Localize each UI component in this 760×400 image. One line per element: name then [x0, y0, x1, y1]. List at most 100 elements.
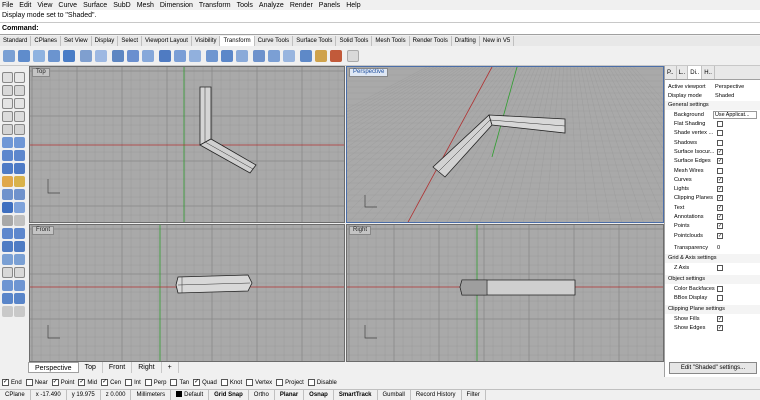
group-icon[interactable]: [2, 293, 13, 304]
block-icon[interactable]: [14, 293, 25, 304]
rotate-3d-icon[interactable]: [48, 50, 60, 62]
show-fills-checkbox[interactable]: ✓: [717, 316, 723, 322]
osnap-disable[interactable]: Disable: [307, 379, 337, 386]
set-points-icon[interactable]: [330, 50, 342, 62]
display-option-checkbox[interactable]: [717, 121, 723, 127]
panel-tab-properties[interactable]: P..: [665, 66, 677, 79]
curve-icon[interactable]: [14, 85, 25, 96]
tab-curve-tools[interactable]: Curve Tools: [255, 36, 294, 46]
mirror-icon[interactable]: [112, 50, 124, 62]
osnap-int[interactable]: Int: [125, 379, 141, 386]
osnap-point[interactable]: ✓ Point: [51, 379, 74, 386]
menu-render[interactable]: Render: [290, 2, 313, 9]
array-tool-icon[interactable]: [2, 254, 13, 265]
panel-tab-layers[interactable]: L..: [677, 66, 689, 79]
select-icon[interactable]: [2, 72, 13, 83]
display-option-checkbox[interactable]: ✓: [717, 195, 723, 202]
panel-tab-display[interactable]: Di..: [688, 66, 703, 79]
surface-extrude-icon[interactable]: [14, 137, 25, 148]
align-icon[interactable]: [300, 50, 312, 62]
tab-solid-tools[interactable]: Solid Tools: [336, 36, 373, 46]
tab-set-view[interactable]: Set View: [61, 36, 92, 46]
display-option-checkbox[interactable]: ✓: [717, 148, 723, 155]
menu-panels[interactable]: Panels: [319, 2, 340, 9]
osnap-quad[interactable]: ✓ Quad: [193, 379, 217, 386]
viewport-title-perspective[interactable]: Perspective: [349, 68, 389, 77]
shear-icon[interactable]: [189, 50, 201, 62]
menu-analyze[interactable]: Analyze: [259, 2, 284, 9]
rotate-icon[interactable]: [33, 50, 45, 62]
status-planar[interactable]: Planar: [275, 390, 305, 400]
status-ortho[interactable]: Ortho: [249, 390, 275, 400]
tab-select[interactable]: Select: [118, 36, 142, 46]
display-option-checkbox[interactable]: ✓: [717, 223, 723, 230]
viewport-right[interactable]: Right: [346, 224, 664, 362]
osnap-near[interactable]: Near: [25, 379, 48, 386]
menu-subd[interactable]: SubD: [113, 2, 131, 9]
surface-corner-icon[interactable]: [2, 137, 13, 148]
display-option-checkbox[interactable]: [717, 167, 723, 174]
osnap-checkbox[interactable]: [144, 379, 152, 386]
osnap-cen[interactable]: ✓ Cen: [101, 379, 121, 386]
move-icon[interactable]: [3, 50, 15, 62]
point-icon[interactable]: [14, 72, 25, 83]
menu-surface[interactable]: Surface: [83, 2, 107, 9]
osnap-checkbox[interactable]: [307, 379, 315, 386]
panel-tab-help[interactable]: H..: [702, 66, 715, 79]
polyline-icon[interactable]: [2, 85, 13, 96]
menu-transform[interactable]: Transform: [199, 2, 231, 9]
rotate-tool-icon[interactable]: [14, 228, 25, 239]
transparency-value[interactable]: 0: [717, 244, 720, 253]
osnap-perp[interactable]: Perp: [144, 379, 166, 386]
menu-file[interactable]: File: [2, 2, 13, 9]
explode-icon[interactable]: [2, 215, 13, 226]
osnap-checkbox[interactable]: [220, 379, 228, 386]
circle-icon[interactable]: [2, 98, 13, 109]
display-option-checkbox[interactable]: [717, 130, 723, 137]
color-backfaces-checkbox[interactable]: [717, 286, 723, 292]
cage-edit-icon[interactable]: [315, 50, 327, 62]
taper-icon[interactable]: [236, 50, 248, 62]
display-option-checkbox[interactable]: ✓: [717, 214, 723, 220]
status-layer[interactable]: Default: [171, 390, 210, 400]
fillet-icon[interactable]: [2, 189, 13, 200]
display-mode-value[interactable]: Shaded: [715, 92, 734, 101]
menu-help[interactable]: Help: [346, 2, 360, 9]
orient-3pt-icon[interactable]: [174, 50, 186, 62]
mirror-tool-icon[interactable]: [14, 241, 25, 252]
split-icon[interactable]: [14, 202, 25, 213]
osnap-checkbox[interactable]: [276, 379, 284, 386]
z-axis-checkbox[interactable]: [717, 265, 723, 271]
splop-icon[interactable]: [268, 50, 280, 62]
display-option-checkbox[interactable]: [717, 139, 723, 146]
osnap-checkbox[interactable]: [170, 379, 178, 386]
lock-icon[interactable]: [14, 306, 25, 317]
viewport-tab-top[interactable]: Top: [79, 362, 103, 373]
osnap-vertex[interactable]: Vertex: [246, 379, 272, 386]
menu-dimension[interactable]: Dimension: [160, 2, 193, 9]
scale-icon[interactable]: [63, 50, 75, 62]
viewport-tab-right[interactable]: Right: [132, 362, 162, 373]
viewport-front[interactable]: Front: [29, 224, 345, 362]
array-polar-icon[interactable]: [142, 50, 154, 62]
tab-drafting[interactable]: Drafting: [452, 36, 480, 46]
menu-mesh[interactable]: Mesh: [137, 2, 154, 9]
viewport-title-right[interactable]: Right: [349, 226, 372, 235]
osnap-mid[interactable]: ✓ Mid: [78, 379, 97, 386]
display-option-checkbox[interactable]: ✓: [717, 232, 723, 239]
status-cplane[interactable]: CPlane: [0, 390, 31, 400]
tab-new-in-v5[interactable]: New in V5: [480, 36, 515, 46]
smash-icon[interactable]: [283, 50, 295, 62]
menu-view[interactable]: View: [37, 2, 52, 9]
tab-standard[interactable]: Standard: [0, 36, 32, 46]
osnap-tan[interactable]: Tan: [170, 379, 189, 386]
box-icon[interactable]: [2, 150, 13, 161]
osnap-checkbox[interactable]: ✓: [2, 379, 9, 386]
tab-mesh-tools[interactable]: Mesh Tools: [372, 36, 410, 46]
display-option-checkbox[interactable]: ✓: [717, 158, 723, 165]
tab-cplanes[interactable]: CPlanes: [31, 36, 62, 46]
osnap-checkbox[interactable]: ✓: [51, 379, 59, 386]
twist-icon[interactable]: [206, 50, 218, 62]
mesh-plane-icon[interactable]: [2, 163, 13, 174]
tab-display[interactable]: Display: [92, 36, 119, 46]
